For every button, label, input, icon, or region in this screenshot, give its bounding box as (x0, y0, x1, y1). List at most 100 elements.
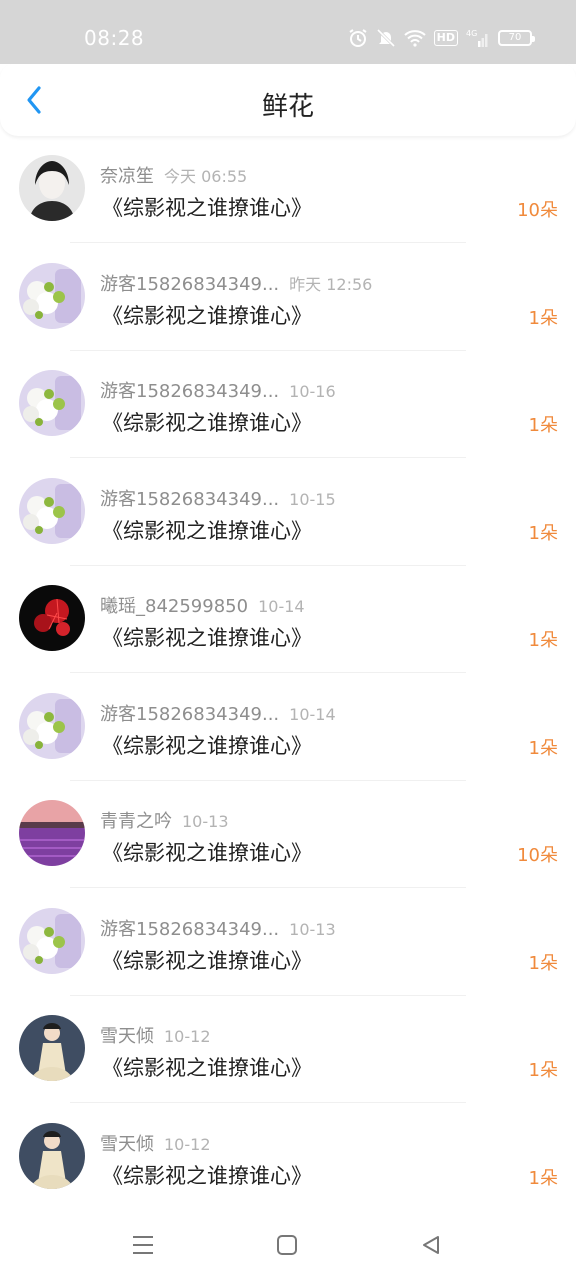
battery-indicator: 70 (498, 30, 535, 46)
flower-count: 1朵 (528, 522, 558, 544)
divider (70, 242, 466, 243)
avatar[interactable] (19, 585, 85, 651)
flower-count: 1朵 (528, 1167, 558, 1189)
book-title[interactable]: 《综影视之谁撩谁心》 (102, 622, 312, 652)
timestamp: 10-12 (164, 1134, 211, 1154)
username: 游客15826834349... 10-15 (100, 485, 336, 511)
avatar[interactable] (19, 1122, 85, 1189)
menu-button[interactable] (130, 1232, 156, 1258)
home-square-icon (277, 1235, 297, 1255)
username-text: 游客15826834349... (100, 918, 280, 940)
username-text: 雪天倾 (100, 1026, 154, 1047)
flower-count: 1朵 (528, 415, 558, 436)
book-title[interactable]: 《综影视之谁撩谁心》 (102, 1160, 312, 1190)
book-title[interactable]: 《综影视之谁撩谁心》 (102, 945, 312, 975)
battery-level: 70 (508, 32, 522, 43)
list-item[interactable]: 游客15826834349... 10-16 《综影视之谁撩谁心》 1朵 (0, 361, 576, 469)
menu-icon (133, 1236, 153, 1254)
list-item[interactable]: 雪天倾 10-12 《综影视之谁撩谁心》 1朵 (0, 1006, 576, 1114)
status-icons: HD 4G 70 (348, 26, 535, 50)
avatar[interactable] (19, 1015, 85, 1081)
book-title[interactable]: 《综影视之谁撩谁心》 (102, 730, 312, 760)
list-item[interactable]: 游客15826834349... 10-14 《综影视之谁撩谁心》 1朵 (0, 684, 576, 792)
username: 青青之吟 10-13 (100, 807, 229, 833)
alarm-icon (349, 29, 367, 47)
signal-icon: 4G (466, 29, 488, 47)
username-text: 游客15826834349... (100, 703, 280, 725)
timestamp: 今天 06:55 (164, 167, 248, 186)
home-button[interactable] (274, 1232, 300, 1258)
book-title[interactable]: 《综影视之谁撩谁心》 (102, 837, 312, 867)
username-text: 青青之吟 (100, 811, 172, 832)
status-time: 08:28 (84, 26, 145, 50)
avatar[interactable] (19, 370, 85, 436)
divider (70, 887, 466, 888)
flower-count: 1朵 (528, 307, 558, 329)
header-bar: 鲜花 (0, 64, 576, 136)
list-item[interactable]: 青青之吟 10-13 《综影视之谁撩谁心》 10朵 (0, 791, 576, 899)
username: 游客15826834349... 10-16 (100, 377, 336, 403)
username: 雪天倾 10-12 (100, 1130, 211, 1156)
username-text: 曦瑶_842599850 (100, 596, 249, 617)
flower-count: 1朵 (528, 737, 558, 759)
avatar[interactable] (19, 800, 85, 866)
flower-count: 1朵 (528, 1060, 558, 1081)
status-bar: 08:28 HD 4G 70 (0, 0, 576, 64)
timestamp: 10-15 (289, 489, 336, 509)
divider (70, 779, 466, 781)
list-item[interactable]: 曦瑶_842599850 10-14 《综影视之谁撩谁心》 1朵 (0, 576, 576, 684)
book-title[interactable]: 《综影视之谁撩谁心》 (102, 1052, 312, 1082)
list-item[interactable]: 游客15826834349... 昨天 12:56 《综影视之谁撩谁心》 1朵 (0, 254, 576, 362)
username-text: 奈凉笙 (100, 166, 154, 187)
list-item[interactable]: 雪天倾 10-12 《综影视之谁撩谁心》 1朵 (0, 1114, 576, 1222)
username-text: 游客15826834349... (100, 488, 280, 510)
flower-count: 1朵 (528, 630, 558, 651)
username: 游客15826834349... 昨天 12:56 (100, 270, 372, 296)
flower-count: 10朵 (517, 200, 558, 221)
book-title[interactable]: 《综影视之谁撩谁心》 (102, 192, 312, 222)
timestamp: 10-12 (164, 1027, 211, 1046)
avatar[interactable] (19, 477, 85, 544)
svg-text:4G: 4G (466, 29, 477, 38)
hd-badge: HD (433, 30, 458, 46)
mute-bell-icon (376, 28, 395, 48)
system-nav-bar (0, 1210, 576, 1280)
flower-count: 1朵 (528, 952, 558, 974)
divider (70, 349, 466, 351)
divider (70, 457, 466, 458)
avatar[interactable] (19, 155, 85, 221)
avatar[interactable] (19, 692, 85, 759)
avatar[interactable] (19, 262, 85, 329)
book-title[interactable]: 《综影视之谁撩谁心》 (102, 300, 312, 330)
flower-count: 10朵 (517, 845, 558, 866)
timestamp: 10-14 (258, 597, 305, 616)
username: 雪天倾 10-12 (100, 1022, 211, 1048)
timestamp: 10-13 (182, 812, 229, 831)
book-title[interactable]: 《综影视之谁撩谁心》 (102, 515, 312, 545)
page-title: 鲜花 (261, 92, 314, 122)
book-title[interactable]: 《综影视之谁撩谁心》 (102, 407, 312, 437)
username-text: 雪天倾 (100, 1133, 154, 1155)
username: 游客15826834349... 10-14 (100, 700, 336, 726)
avatar[interactable] (19, 907, 85, 974)
divider (70, 564, 466, 566)
timestamp: 10-16 (289, 382, 336, 401)
timestamp: 10-14 (289, 704, 336, 724)
list-item[interactable]: 游客15826834349... 10-15 《综影视之谁撩谁心》 1朵 (0, 469, 576, 577)
nav-back-button[interactable] (418, 1232, 444, 1258)
timestamp: 10-13 (289, 919, 336, 939)
username: 奈凉笙 今天 06:55 (100, 162, 247, 188)
wifi-icon (403, 30, 426, 47)
username-text: 游客15826834349... (100, 381, 280, 402)
username-text: 游客15826834349... (100, 273, 280, 295)
list-item[interactable]: 奈凉笙 今天 06:55 《综影视之谁撩谁心》 10朵 (0, 146, 576, 254)
divider (70, 672, 466, 673)
divider (70, 1102, 466, 1103)
flower-gift-list: 奈凉笙 今天 06:55 《综影视之谁撩谁心》 10朵 游客15826834349...… (0, 146, 576, 1221)
divider (70, 994, 466, 996)
back-triangle-icon (423, 1236, 439, 1254)
username: 游客15826834349... 10-13 (100, 915, 336, 941)
list-item[interactable]: 游客15826834349... 10-13 《综影视之谁撩谁心》 1朵 (0, 899, 576, 1007)
username: 曦瑶_842599850 10-14 (100, 592, 305, 618)
timestamp: 昨天 12:56 (289, 274, 373, 294)
